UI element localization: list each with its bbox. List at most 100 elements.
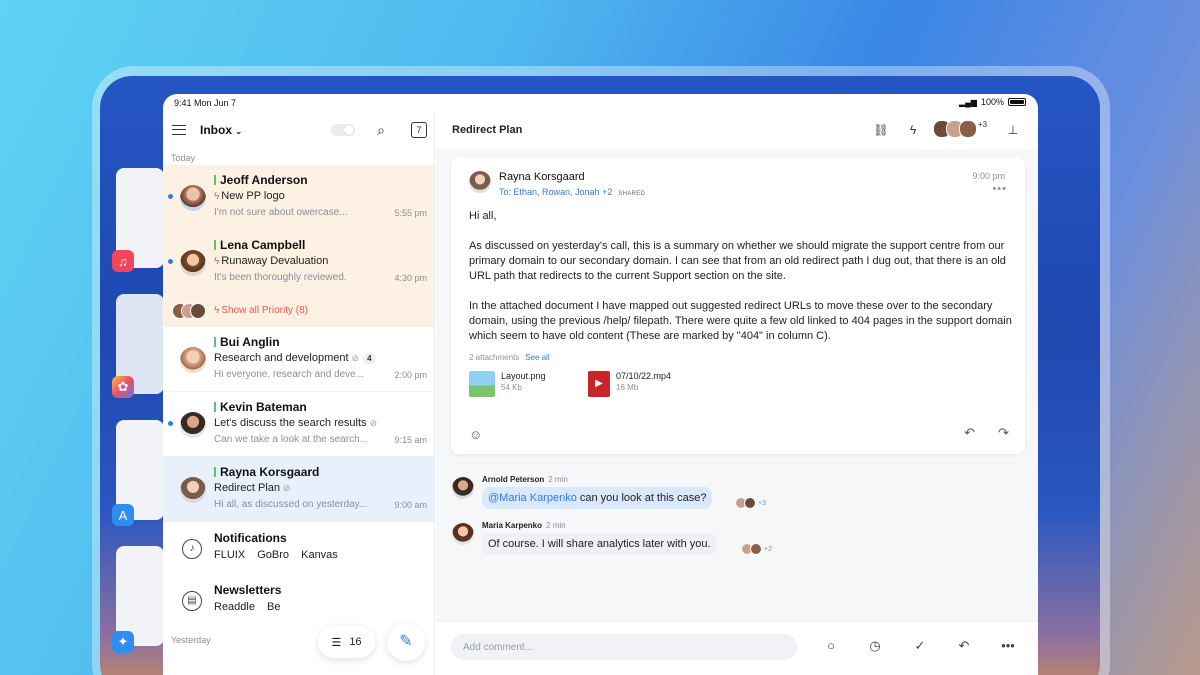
mail-subject: Redirect Plan ⊘ <box>214 482 291 494</box>
mail-preview: It's been thoroughly reviewed. <box>214 272 347 283</box>
checkmark-icon[interactable]: ✓ <box>910 636 930 656</box>
filter-button[interactable]: ☰ 16 <box>318 626 375 658</box>
signal-icon: ▂▄▆ <box>958 97 977 107</box>
attachment-video[interactable]: ▶ 07/10/22.mp4 16 Mb <box>588 371 671 397</box>
reply-all-icon[interactable]: ↶ <box>954 636 974 656</box>
compose-button[interactable]: ✎ <box>387 623 425 661</box>
avatar <box>469 171 491 193</box>
avatar <box>744 497 756 509</box>
list-header: Inbox ⌄ ⌕ 7 <box>163 112 434 148</box>
email-greeting: Hi all, <box>469 210 497 222</box>
pin-icon[interactable]: ⊥ <box>1003 120 1023 140</box>
comment-input[interactable] <box>451 634 797 660</box>
avatar <box>180 347 206 373</box>
mail-subject: Research and development ⊘ 4 <box>214 352 376 364</box>
group-senders: FLUIX GoBro Kanvas <box>214 549 347 561</box>
shared-badge: SHARED <box>618 191 646 197</box>
list-item-selected[interactable]: Rayna Korsgaard Redirect Plan ⊘ Hi all, a… <box>163 457 434 522</box>
status-time: 9:41 Mon Jun 7 <box>174 98 237 108</box>
list-item[interactable]: Kevin Bateman Let's discuss the search r… <box>163 392 434 457</box>
mail-time: 5:55 pm <box>394 208 427 218</box>
avatar <box>180 250 206 276</box>
search-icon[interactable]: ⌕ <box>372 121 390 139</box>
done-circle-icon[interactable]: ○ <box>821 636 841 656</box>
email-paragraph: As discussed on yesterday's call, this i… <box>469 240 1006 282</box>
email-detail-pane: Redirect Plan ⛓ ϟ +3 ⊥ Rayna Korsgaard T… <box>436 112 1038 675</box>
unread-dot <box>168 194 173 199</box>
sender-name: Kevin Bateman <box>214 400 307 414</box>
avatar <box>452 523 474 545</box>
comment-bubble: @Maria Karpenko can you look at this cas… <box>482 487 713 509</box>
more-options-icon[interactable]: ••• <box>992 183 1007 195</box>
filter-icon: ☰ <box>331 636 342 649</box>
avatar <box>180 412 206 438</box>
bolt-icon[interactable]: ϟ <box>903 120 923 140</box>
battery-icon <box>1008 98 1026 106</box>
thread-title: Redirect Plan <box>452 124 523 136</box>
notifications-group[interactable]: ♪ Notifications FLUIX GoBro Kanvas <box>163 522 434 574</box>
thread-count-badge: 4 <box>363 353 376 364</box>
chevron-down-icon: ⌄ <box>235 127 243 136</box>
emoji-reaction-icon[interactable]: ☺ <box>469 427 482 442</box>
menu-icon[interactable] <box>172 125 186 135</box>
attachment-icon: ⊘ <box>351 353 360 363</box>
seen-by: +2 <box>741 543 772 555</box>
kanvas-sender: Kanvas <box>301 549 338 561</box>
show-priority-row[interactable]: ϟ Show all Priority (8) <box>163 295 434 327</box>
snooze-clock-icon[interactable]: ◷ <box>865 636 885 656</box>
mail-subject: ϟ New PP logo <box>214 190 285 202</box>
status-bar: 9:41 Mon Jun 7 ▂▄▆ 100% <box>163 94 1038 112</box>
forward-icon[interactable]: ↷ <box>998 425 1009 441</box>
comment-author: Maria Karpenko 2 min <box>482 521 566 530</box>
participants-stack[interactable]: +3 <box>933 120 987 138</box>
more-icon[interactable]: ••• <box>998 636 1018 656</box>
email-recipients[interactable]: To: Ethan, Rowan, Jonah +2 SHARED <box>499 187 645 197</box>
inbox-list-pane: Inbox ⌄ ⌕ 7 Today Jeoff Anderson ϟ New PP… <box>163 112 435 675</box>
avatar <box>959 120 977 138</box>
music-app-icon[interactable]: ♫ <box>112 250 134 272</box>
email-sender: Rayna Korsgaard <box>499 171 585 183</box>
unread-dot <box>168 259 173 264</box>
app-store-icon[interactable]: A <box>112 504 134 526</box>
mail-time: 9:15 am <box>394 435 427 445</box>
mail-time: 4:30 pm <box>394 273 427 283</box>
mention[interactable]: @Maria Karpenko <box>488 492 577 504</box>
sender-name: Bui Anglin <box>214 335 280 349</box>
newsletters-group[interactable]: ▤ Newsletters Readdle Be <box>163 574 434 626</box>
attachment-icon: ⊘ <box>369 418 378 428</box>
calendar-icon[interactable]: 7 <box>411 122 427 138</box>
priority-bolt-icon: ϟ <box>214 256 220 267</box>
app-switcher-strip: ♫ ✿ A ✦ <box>100 76 164 675</box>
show-priority-link[interactable]: ϟ Show all Priority (8) <box>214 305 308 316</box>
group-title: Notifications <box>214 531 287 545</box>
mail-time: 9:00 am <box>394 500 427 510</box>
list-item[interactable]: Jeoff Anderson ϟ New PP logo I'm not sure… <box>163 165 434 230</box>
see-all-link[interactable]: See all <box>525 353 549 362</box>
link-icon[interactable]: ⛓ <box>871 120 891 140</box>
mail-subject: ϟ Runaway Devaluation <box>214 255 329 267</box>
safari-app-icon[interactable]: ✦ <box>112 631 134 653</box>
mail-preview: Hi everyone, research and deve... <box>214 369 365 380</box>
mail-time: 2:00 pm <box>394 370 427 380</box>
comment-bubble: Of course. I will share analytics later … <box>482 533 717 555</box>
attachment-name: 07/10/22.mp4 <box>616 371 672 381</box>
email-paragraph: In the attached document I have mapped o… <box>469 300 1012 342</box>
readdle-sender: Readdle <box>214 601 255 613</box>
photos-app-icon[interactable]: ✿ <box>112 376 134 398</box>
reply-icon[interactable]: ↶ <box>964 425 975 441</box>
battery-percent: 100% <box>980 97 1004 107</box>
list-item[interactable]: Bui Anglin Research and development ⊘ 4 Hi… <box>163 327 434 392</box>
attachment-name: Layout.png <box>501 371 546 381</box>
avatar <box>180 185 206 211</box>
avatar <box>190 303 206 319</box>
inbox-dropdown[interactable]: Inbox ⌄ <box>200 123 242 137</box>
attachment-layout-png[interactable]: Layout.png 54 Kb <box>469 371 546 397</box>
avatar <box>180 477 206 503</box>
list-item[interactable]: Lena Campbell ϟ Runaway Devaluation It's … <box>163 230 434 295</box>
video-play-icon: ▶ <box>588 371 610 397</box>
smart-inbox-toggle[interactable] <box>331 124 355 136</box>
group-title: Newsletters <box>214 583 282 597</box>
attachment-icon: ⊘ <box>283 483 291 493</box>
avatar <box>452 477 474 499</box>
mail-subject: Let's discuss the search results ⊘ <box>214 417 378 429</box>
